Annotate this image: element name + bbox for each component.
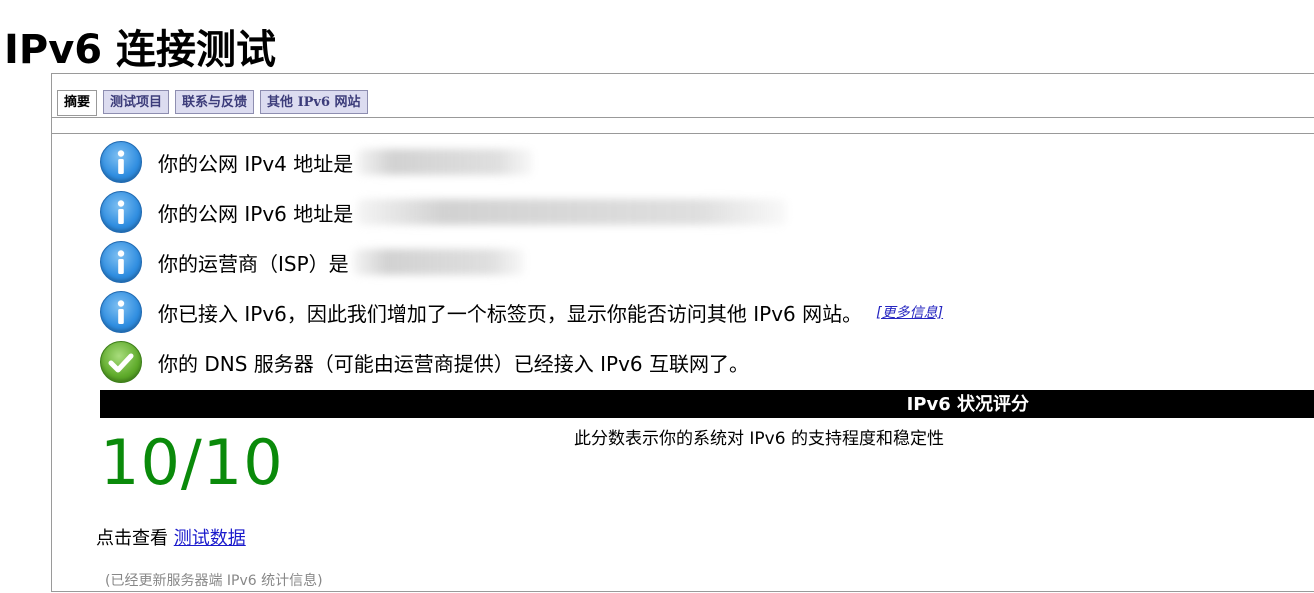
tab-other-ipv6-sites[interactable]: 其他 IPv6 网站 [260,90,368,114]
ipv4-value-redacted [357,149,534,175]
ipv4-label: 你的公网 IPv4 地址是 [158,151,354,176]
ipv6-value-redacted [357,199,788,225]
info-icon [100,141,142,183]
tab-test-items[interactable]: 测试项目 [103,90,170,114]
content-panel: 摘要 测试项目 联系与反馈 其他 IPv6 网站 你的公网 IPv4 地址是 你… [51,73,1314,592]
tab-summary[interactable]: 摘要 [57,90,98,116]
isp-label: 你的运营商（ISP）是 [158,251,349,276]
tab-divider [52,117,1314,118]
info-row-ipv6: 你的公网 IPv6 地址是 [100,190,788,234]
tab-bar: 摘要 测试项目 联系与反馈 其他 IPv6 网站 [57,90,368,116]
more-info-link[interactable]: [更多信息] [876,302,943,322]
view-test-data: 点击查看 测试数据 [96,524,246,550]
info-row-ipv6-tab-notice: 你已接入 IPv6，因此我们增加了一个标签页，显示你能否访问其他 IPv6 网站… [100,290,943,334]
score-header: IPv6 状况评分 [906,394,1029,415]
check-icon [100,341,142,383]
isp-value-redacted [352,249,525,275]
ipv6-label: 你的公网 IPv6 地址是 [158,201,354,226]
content-divider [52,133,1314,134]
info-row-ipv4: 你的公网 IPv4 地址是 [100,140,534,184]
info-row-dns: 你的 DNS 服务器（可能由运营商提供）已经接入 IPv6 互联网了。 [100,340,749,384]
ipv6-tab-notice-text: 你已接入 IPv6，因此我们增加了一个标签页，显示你能否访问其他 IPv6 网站… [158,301,863,326]
test-data-link[interactable]: 测试数据 [174,528,246,549]
view-data-prefix: 点击查看 [96,528,168,549]
stats-update-note: (已经更新服务器端 IPv6 统计信息) [105,573,323,589]
tab-contact-feedback[interactable]: 联系与反馈 [175,90,255,114]
info-icon [100,241,142,283]
dns-status-text: 你的 DNS 服务器（可能由运营商提供）已经接入 IPv6 互联网了。 [158,351,750,376]
score-header-bar: IPv6 状况评分 [100,390,1314,418]
info-icon [100,191,142,233]
info-row-isp: 你的运营商（ISP）是 [100,240,525,284]
score-description: 此分数表示你的系统对 IPv6 的支持程度和稳定性 [574,429,944,449]
score-value: 10/10 [100,426,284,499]
info-icon [100,291,142,333]
page-title: IPv6 连接测试 [4,27,277,73]
